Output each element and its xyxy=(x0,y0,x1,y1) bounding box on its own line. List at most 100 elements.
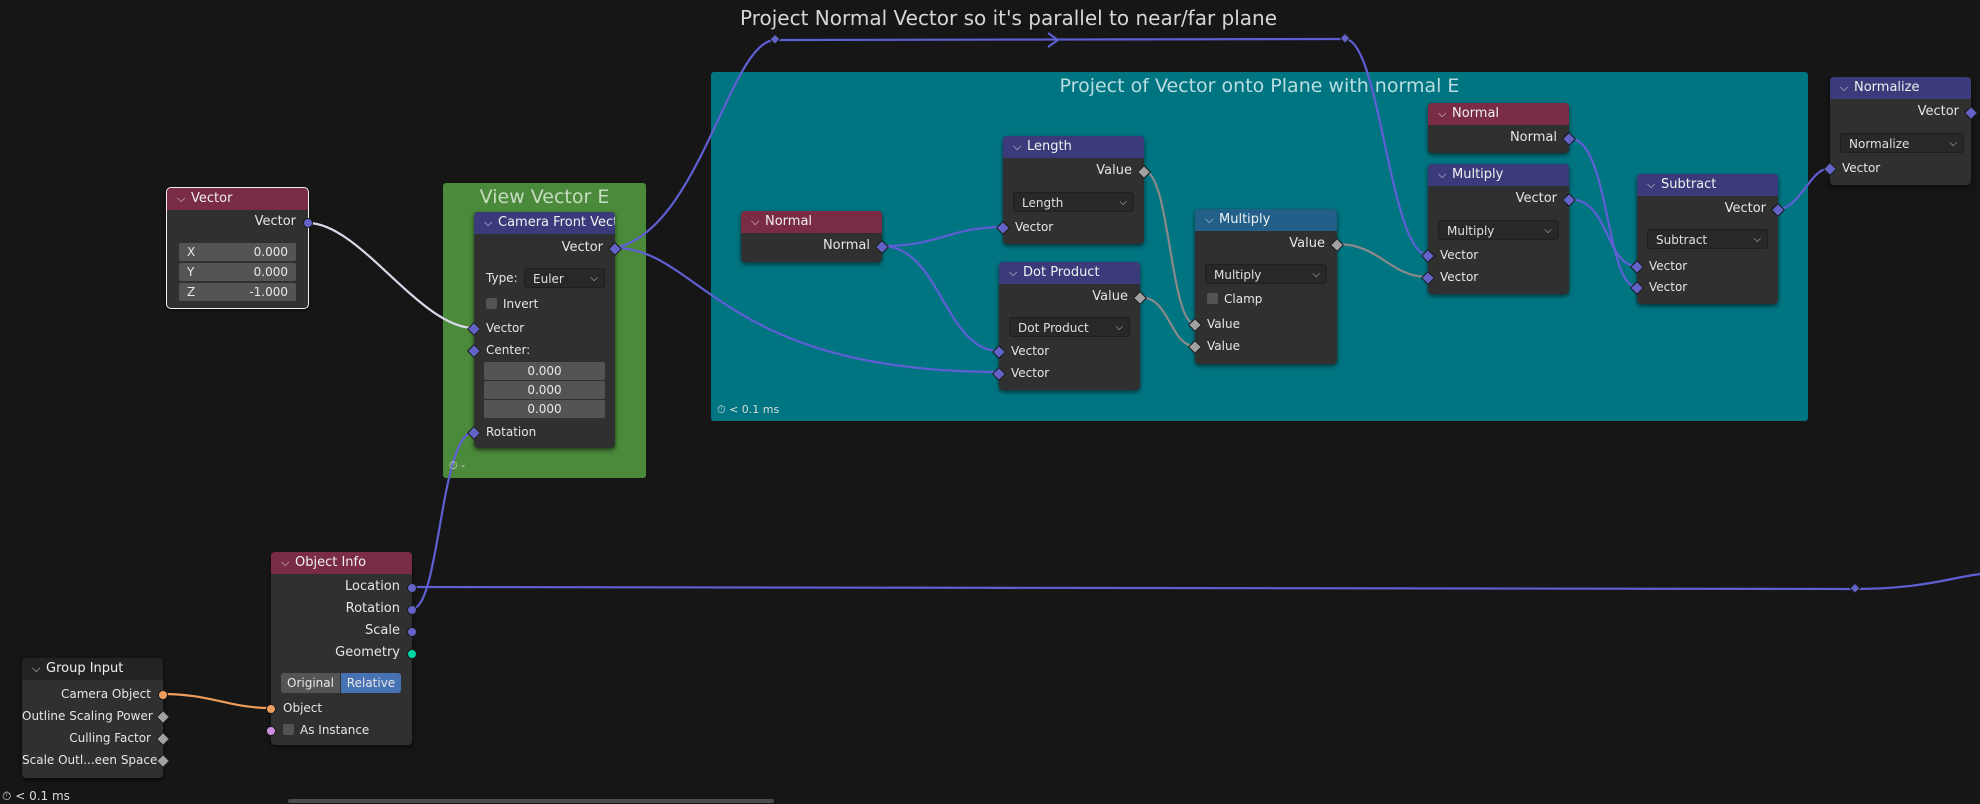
canvas-title: Project Normal Vector so it's parallel t… xyxy=(740,6,1278,30)
chevron-down-icon[interactable]: ⌵ xyxy=(1840,77,1854,99)
socket-row: Vector xyxy=(167,212,313,232)
node-object-info[interactable]: ⌵ Object Info Location Rotation Scale Geo… xyxy=(266,552,417,745)
node-vector[interactable]: ⌵ Vector Vector X 0.000 Y 0.000 Z -1.000 xyxy=(166,187,313,309)
float-socket[interactable] xyxy=(155,753,171,769)
node-normal-a[interactable]: ⌵ Normal Normal xyxy=(741,211,890,262)
vector-socket[interactable] xyxy=(1822,161,1838,177)
chevron-down-icon[interactable]: ⌵ xyxy=(1438,164,1452,186)
mode-original-button[interactable]: Original xyxy=(281,673,340,693)
frame-timing: ⏱ < 0.1 ms xyxy=(717,403,780,416)
boolean-socket[interactable] xyxy=(266,726,276,736)
node-subtract[interactable]: ⌵ Subtract Vector Subtract ⌵ Vector Vector xyxy=(1629,174,1786,304)
vector-socket[interactable] xyxy=(407,605,417,615)
node-normalize[interactable]: ⌵ Normalize Vector Normalize ⌵ Vector xyxy=(1822,77,1979,185)
invert-checkbox[interactable]: Invert xyxy=(474,294,615,314)
checkbox[interactable] xyxy=(486,298,497,309)
object-socket[interactable] xyxy=(266,704,276,714)
vector-socket[interactable] xyxy=(407,627,417,637)
chevron-down-icon[interactable]: ⌵ xyxy=(1647,174,1661,196)
node-header[interactable]: ⌵ Object Info xyxy=(271,552,412,574)
chevron-down-icon[interactable]: ⌵ xyxy=(1009,262,1023,284)
socket-row: Vector xyxy=(1629,277,1778,297)
socket-row: Object xyxy=(266,698,412,718)
horizontal-scrollbar[interactable] xyxy=(288,799,774,803)
frame-label: Project of Vector onto Plane with normal… xyxy=(1059,75,1460,97)
mode-dropdown[interactable]: Normalize ⌵ xyxy=(1840,133,1964,153)
flow-arrow-icon xyxy=(1047,32,1060,48)
chevron-down-icon[interactable]: ⌵ xyxy=(32,658,46,680)
timer-icon: ⏱ xyxy=(2,789,12,803)
chevron-down-icon[interactable]: ⌵ xyxy=(484,212,498,234)
node-length[interactable]: ⌵ Length Value Length ⌵ Vector xyxy=(995,136,1152,244)
socket-row: Value xyxy=(1187,314,1337,334)
vector-socket[interactable] xyxy=(1963,105,1979,121)
vector-socket[interactable] xyxy=(303,218,313,228)
node-group-input[interactable]: ⌵ Group Input Camera Object Outline Scali… xyxy=(22,658,171,778)
socket-row: Value xyxy=(999,287,1148,307)
center-z-field[interactable]: 0.000 xyxy=(484,400,605,418)
socket-row: Outline Scaling Power xyxy=(22,706,171,726)
frame-timing: ⏱ - xyxy=(449,459,466,472)
node-camera-front-vector[interactable]: ⌵Camera Front Vector Vector Type: Euler⌵… xyxy=(466,212,623,448)
mode-dropdown[interactable]: Multiply ⌵ xyxy=(1438,220,1559,240)
node-header[interactable]: ⌵ Multiply xyxy=(1428,164,1569,186)
chevron-down-icon[interactable]: ⌵ xyxy=(177,188,191,210)
center-x-field[interactable]: 0.000 xyxy=(484,362,605,380)
socket-row: Geometry xyxy=(271,643,417,663)
float-socket[interactable] xyxy=(155,709,171,725)
chevron-down-icon: ⌵ xyxy=(1312,269,1320,280)
chevron-down-icon[interactable]: ⌵ xyxy=(281,552,295,574)
node-header[interactable]: ⌵ Normal xyxy=(741,211,882,233)
socket-row: Vector xyxy=(1420,245,1569,265)
chevron-down-icon[interactable]: ⌵ xyxy=(1438,103,1452,125)
chevron-down-icon: ⌵ xyxy=(1753,234,1761,245)
reroute-point xyxy=(769,33,781,45)
node-header[interactable]: ⌵ Multiply xyxy=(1195,209,1337,231)
node-header[interactable]: ⌵ Vector xyxy=(167,188,308,210)
node-header[interactable]: ⌵ Normalize xyxy=(1830,77,1971,99)
node-multiply-vector[interactable]: ⌵ Multiply Vector Multiply ⌵ Vector Vector xyxy=(1420,164,1577,294)
node-header[interactable]: ⌵ Subtract xyxy=(1637,174,1778,196)
checkbox[interactable] xyxy=(283,724,294,735)
mode-dropdown[interactable]: Multiply ⌵ xyxy=(1205,264,1327,284)
chevron-down-icon[interactable]: ⌵ xyxy=(1205,209,1219,231)
float-socket[interactable] xyxy=(155,731,171,747)
node-header[interactable]: ⌵Camera Front Vector xyxy=(474,212,615,234)
node-header[interactable]: ⌵ Length xyxy=(1003,136,1144,158)
chevron-down-icon: ⌵ xyxy=(590,273,598,284)
node-header[interactable]: ⌵ Normal xyxy=(1428,103,1569,125)
node-dot-product[interactable]: ⌵ Dot Product Value Dot Product ⌵ Vector V… xyxy=(991,262,1148,390)
node-multiply-float[interactable]: ⌵ Multiply Value Multiply ⌵ Clamp Value Va… xyxy=(1187,209,1345,364)
vector-socket[interactable] xyxy=(407,583,417,593)
socket-row: Scale Outl...een Space xyxy=(22,750,171,770)
socket-row: Vector xyxy=(991,363,1140,383)
field-y[interactable]: Y 0.000 xyxy=(179,263,296,281)
socket-row: Vector xyxy=(1428,189,1577,209)
field-z[interactable]: Z -1.000 xyxy=(179,283,296,301)
socket-row: Vector xyxy=(1830,102,1979,122)
center-y-field[interactable]: 0.000 xyxy=(484,381,605,399)
geometry-socket[interactable] xyxy=(407,649,417,659)
chevron-down-icon: ⌵ xyxy=(1949,138,1957,149)
node-header[interactable]: ⌵ Dot Product xyxy=(999,262,1140,284)
node-normal-b[interactable]: ⌵ Normal Normal xyxy=(1428,103,1577,153)
timer-icon: ⏱ xyxy=(717,403,726,416)
mode-dropdown[interactable]: Dot Product ⌵ xyxy=(1009,317,1130,337)
socket-row: Center: xyxy=(466,340,615,360)
field-x[interactable]: X 0.000 xyxy=(179,243,296,261)
socket-row: Location xyxy=(271,577,417,597)
status-timing: ⏱ < 0.1 ms xyxy=(2,789,70,803)
chevron-down-icon: ⌵ xyxy=(1119,197,1127,208)
chevron-down-icon[interactable]: ⌵ xyxy=(751,211,765,233)
mode-dropdown[interactable]: Length ⌵ xyxy=(1013,192,1134,212)
mode-dropdown[interactable]: Subtract ⌵ xyxy=(1647,229,1768,249)
clamp-checkbox[interactable]: Clamp xyxy=(1195,289,1337,309)
type-dropdown[interactable]: Euler ⌵ xyxy=(524,268,605,288)
chevron-down-icon[interactable]: ⌵ xyxy=(1013,136,1027,158)
mode-relative-button[interactable]: Relative xyxy=(341,673,401,693)
as-instance-checkbox[interactable]: As Instance xyxy=(266,720,412,740)
node-header[interactable]: ⌵ Group Input xyxy=(22,658,163,680)
checkbox[interactable] xyxy=(1207,293,1218,304)
socket-row: Vector xyxy=(1822,158,1971,178)
object-socket[interactable] xyxy=(158,690,168,700)
